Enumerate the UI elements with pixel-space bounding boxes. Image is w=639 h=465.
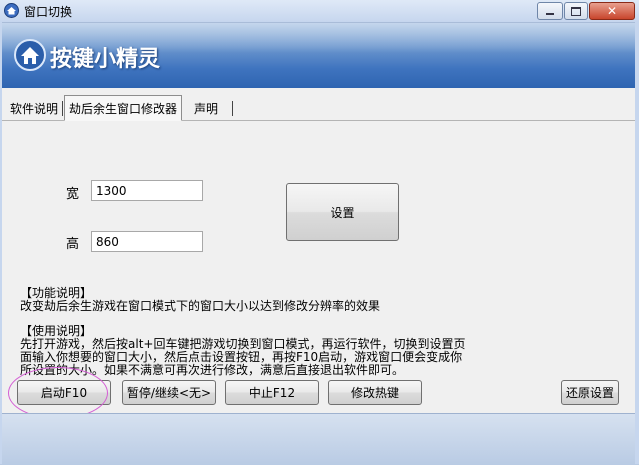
modify-hotkey-button[interactable]: 修改热键	[328, 380, 422, 405]
minimize-button[interactable]	[537, 2, 563, 20]
app-window: 窗口切换 ✕ 按键小精灵 软件说明 劫后余生窗口修改器 声明 宽 高 设置 【功…	[0, 0, 639, 465]
window-border-right	[635, 22, 639, 464]
height-label: 高	[66, 237, 80, 252]
title-bar[interactable]: 窗口切换 ✕	[0, 0, 639, 23]
tab-statement[interactable]: 声明	[192, 98, 220, 118]
start-button[interactable]: 启动F10	[17, 380, 111, 405]
window-title: 窗口切换	[24, 5, 73, 19]
logo-text: 按键小精灵	[50, 47, 161, 72]
maximize-button[interactable]	[564, 2, 588, 20]
width-input[interactable]	[91, 180, 203, 201]
close-button[interactable]: ✕	[589, 2, 635, 20]
height-input[interactable]	[91, 231, 203, 252]
stop-button[interactable]: 中止F12	[225, 380, 319, 405]
app-icon	[4, 3, 19, 18]
tab-separator	[232, 101, 233, 116]
maximize-icon	[571, 6, 581, 16]
minimize-icon	[546, 13, 554, 15]
close-icon: ✕	[606, 4, 618, 18]
usage-line: 所设置的大小。如果不满意可再次进行修改，满意后直接退出软件即可。	[20, 363, 405, 377]
logo-house-icon	[14, 39, 46, 71]
window-border-left	[0, 22, 2, 464]
banner: 按键小精灵	[0, 23, 639, 88]
set-button[interactable]: 设置	[286, 183, 399, 241]
restore-settings-button[interactable]: 还原设置	[561, 380, 619, 405]
tab-separator	[62, 101, 63, 116]
tab-bar: 软件说明 劫后余生窗口修改器 声明	[0, 95, 639, 121]
tab-window-modifier[interactable]: 劫后余生窗口修改器	[64, 95, 183, 121]
function-text: 改变劫后余生游戏在窗口模式下的窗口大小以达到修改分辨率的效果	[20, 299, 381, 313]
width-label: 宽	[66, 187, 80, 202]
pause-resume-button[interactable]: 暂停/继续<无>	[122, 380, 216, 405]
bottom-frame	[0, 413, 639, 465]
tab-software-info[interactable]: 软件说明	[8, 98, 60, 118]
